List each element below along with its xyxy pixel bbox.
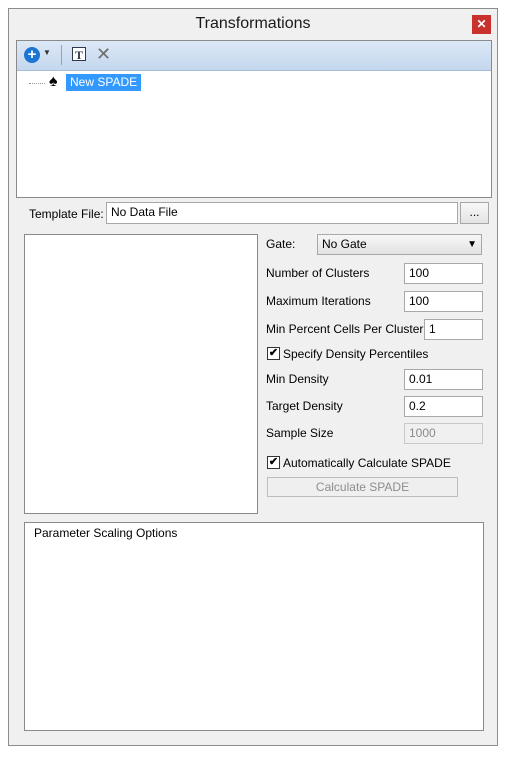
max-iterations-label: Maximum Iterations [266, 294, 371, 308]
template-file-field[interactable]: No Data File [106, 202, 458, 224]
sample-size-label: Sample Size [266, 426, 334, 440]
auto-calculate-label: Automatically Calculate SPADE [283, 456, 451, 470]
min-density-label: Min Density [266, 372, 329, 386]
min-percent-input[interactable]: 1 [424, 319, 483, 340]
tree-connector-line [29, 83, 45, 84]
template-file-label: Template File: [29, 207, 104, 221]
window-title: Transformations [195, 15, 311, 32]
num-clusters-input[interactable]: 100 [404, 263, 483, 284]
transformations-window: Transformations ✕ + ▼ T ✕ ♠ New SPADE Te… [8, 8, 498, 746]
toolbar: + ▼ T ✕ [17, 41, 491, 71]
num-clusters-label: Number of Clusters [266, 266, 370, 280]
template-icon[interactable]: T [72, 47, 86, 62]
add-dropdown-chevron-icon[interactable]: ▼ [43, 48, 51, 68]
gate-select-value: No Gate [322, 237, 367, 251]
tree-item-new-spade[interactable]: New SPADE [66, 74, 142, 91]
specify-density-checkbox[interactable]: ✔ [267, 347, 280, 360]
auto-calculate-checkbox[interactable]: ✔ [267, 456, 280, 469]
parameter-scaling-panel: Parameter Scaling Options [24, 522, 484, 731]
target-density-input[interactable]: 0.2 [404, 396, 483, 417]
min-density-input[interactable]: 0.01 [404, 369, 483, 390]
add-transform-icon[interactable]: + [24, 47, 40, 63]
gate-label: Gate: [266, 237, 296, 251]
calculate-spade-button: Calculate SPADE [267, 477, 458, 497]
sample-size-input: 1000 [404, 423, 483, 444]
target-density-label: Target Density [266, 399, 343, 413]
parameter-scaling-title: Parameter Scaling Options [34, 526, 178, 540]
specify-density-label: Specify Density Percentiles [283, 347, 429, 361]
spade-icon: ♠ [49, 73, 58, 90]
close-button[interactable]: ✕ [472, 15, 491, 34]
max-iterations-input[interactable]: 100 [404, 291, 483, 312]
browse-button[interactable]: ... [460, 202, 489, 224]
gate-select[interactable]: No Gate ▼ [317, 234, 482, 255]
close-icon: ✕ [476, 17, 487, 31]
preview-panel [24, 234, 258, 514]
delete-icon[interactable]: ✕ [96, 44, 111, 64]
transform-tree-panel: + ▼ T ✕ ♠ New SPADE [16, 40, 492, 198]
chevron-down-icon: ▼ [467, 239, 477, 250]
title-bar[interactable]: Transformations ✕ [9, 9, 497, 41]
min-percent-label: Min Percent Cells Per Cluster [266, 322, 424, 336]
toolbar-separator [61, 45, 62, 65]
